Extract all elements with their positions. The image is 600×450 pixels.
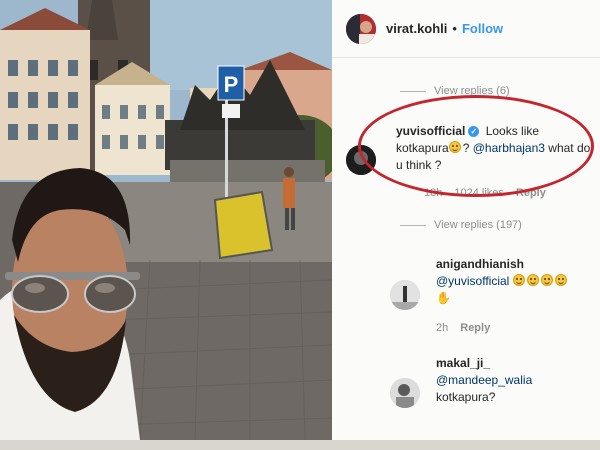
comment-text-part2: ? (462, 141, 473, 155)
avatar-image (346, 145, 376, 175)
thinking-emoji-icon (448, 141, 461, 153)
comment-mention[interactable]: @yuvisofficial (436, 274, 509, 288)
hand-emoji-icon: ✋ (436, 291, 451, 305)
view-replies-top[interactable]: View replies (6) (434, 85, 510, 97)
comment-time: 2h (436, 322, 449, 334)
avatar-image (346, 13, 376, 44)
comment-time: 18h (424, 187, 443, 199)
replies-divider-line (400, 225, 426, 226)
highlighted-comment: yuvisofficial ✓ Looks like kotkapura? @ha… (396, 123, 592, 174)
yuvi-avatar[interactable] (346, 145, 376, 175)
parking-sign-letter: P (224, 72, 239, 97)
author-username[interactable]: virat.kohli (386, 21, 447, 36)
comment-mention[interactable]: @mandeep_walia (436, 372, 596, 389)
smile-emoji-icon (540, 274, 553, 286)
makal-avatar[interactable] (390, 378, 420, 408)
follow-button[interactable]: Follow (462, 21, 503, 36)
avatar-image (390, 378, 420, 408)
comment-username[interactable]: makal_ji_ (436, 355, 596, 372)
smile-emoji-icon (526, 274, 539, 286)
highlighted-comment-meta: 18h 1024 likes Reply (424, 187, 558, 199)
author-avatar[interactable] (346, 13, 376, 44)
replies-divider-line (400, 91, 426, 92)
reply-button[interactable]: Reply (460, 322, 490, 334)
post-header: virat.kohli • Follow (332, 0, 600, 58)
smile-emoji-icon (554, 274, 567, 286)
comments-panel: virat.kohli • Follow View replies (6) yu… (332, 0, 600, 440)
reply-button[interactable]: Reply (516, 187, 546, 199)
comment-likes[interactable]: 1024 likes (454, 187, 504, 199)
avatar-image (390, 280, 420, 310)
smile-emoji-icon (512, 274, 525, 286)
bottom-border (0, 440, 600, 450)
comment-1-meta: 2h Reply (436, 322, 502, 334)
header-separator: • (452, 21, 457, 36)
comment-1: anigandhianish @yuvisofficial ✋ (436, 256, 596, 307)
comment-text: kotkapura? (436, 390, 496, 404)
view-replies-mid[interactable]: View replies (197) (434, 219, 522, 231)
anigandhianish-avatar[interactable] (390, 280, 420, 310)
comment-username[interactable]: yuvisofficial (396, 124, 465, 138)
comment-username[interactable]: anigandhianish (436, 256, 596, 273)
verified-badge-icon: ✓ (468, 126, 480, 137)
post-photo: P (0, 0, 332, 440)
comment-mention[interactable]: @harbhajan3 (473, 141, 545, 155)
photo-scene: P (0, 0, 332, 440)
comment-2: makal_ji_ @mandeep_walia kotkapura? (436, 355, 596, 406)
